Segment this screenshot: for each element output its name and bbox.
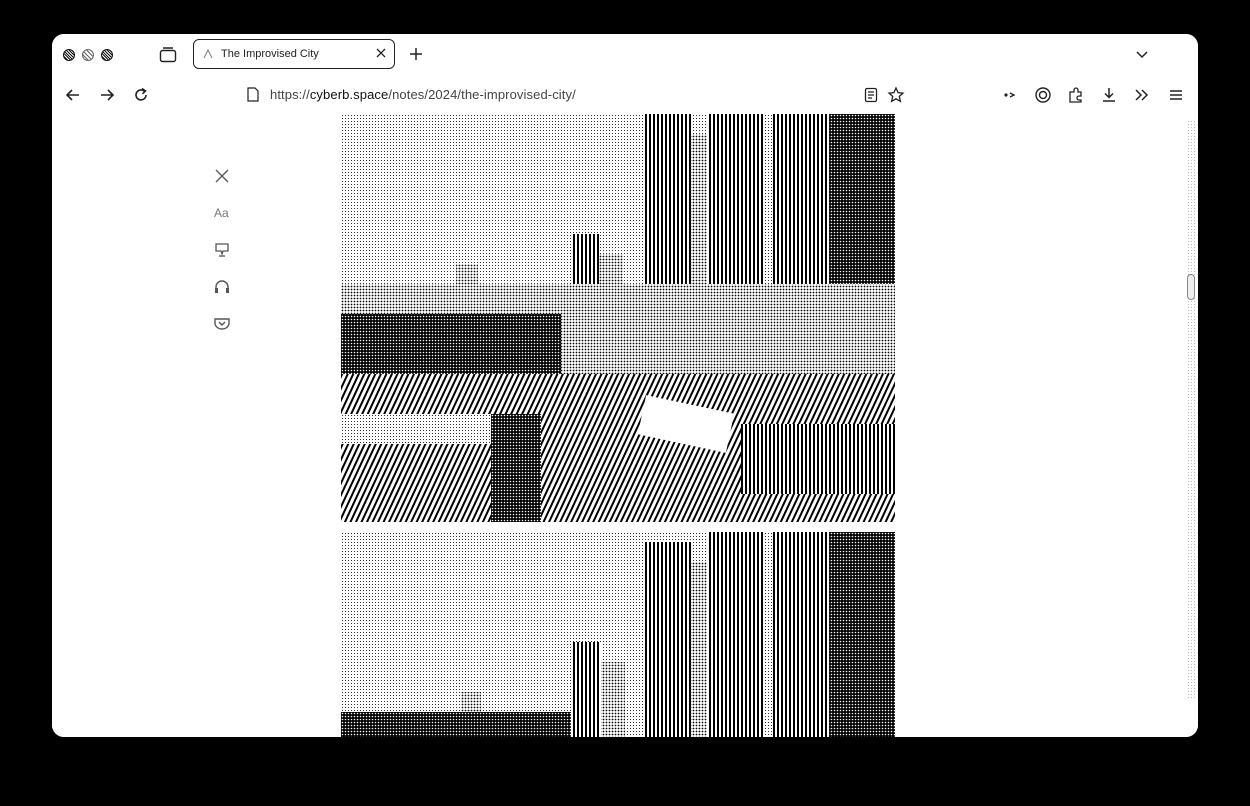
- tab-bar: The Improvised City: [52, 34, 1198, 76]
- browser-window: The Improvised City https://cyberb.space…: [52, 34, 1198, 737]
- narrate-icon[interactable]: [212, 240, 232, 260]
- scrollbar-track[interactable]: [1187, 120, 1195, 700]
- forward-icon[interactable]: [98, 86, 116, 104]
- url-text: https://cyberb.space/notes/2024/the-impr…: [270, 87, 576, 102]
- reader-mode-icon[interactable]: [862, 86, 880, 104]
- text-settings-icon[interactable]: Aa: [214, 206, 229, 220]
- overflow-icon[interactable]: [1133, 86, 1151, 104]
- extension-icon[interactable]: [1000, 86, 1018, 104]
- reload-icon[interactable]: [132, 86, 150, 104]
- url-path: /notes/2024/the-improvised-city/: [388, 87, 576, 102]
- puzzle-icon[interactable]: [1067, 86, 1085, 104]
- menu-icon[interactable]: [1167, 86, 1185, 104]
- tab-overview-icon[interactable]: [159, 47, 177, 63]
- close-icon[interactable]: [212, 166, 232, 186]
- pocket-icon[interactable]: [212, 314, 232, 334]
- chevron-down-icon[interactable]: [1136, 49, 1148, 59]
- url-scheme: https://: [270, 87, 310, 102]
- page-icon: [247, 87, 259, 102]
- tab-active[interactable]: The Improvised City: [193, 39, 395, 69]
- window-maximize-button[interactable]: [101, 49, 113, 61]
- new-tab-icon[interactable]: [408, 46, 424, 62]
- window-minimize-button[interactable]: [82, 49, 94, 61]
- url-bar[interactable]: https://cyberb.space/notes/2024/the-impr…: [242, 79, 922, 109]
- bookmark-star-icon[interactable]: [887, 86, 905, 104]
- favicon-icon: [203, 49, 213, 59]
- city-photo-1: [341, 114, 895, 522]
- nav-toolbar: https://cyberb.space/notes/2024/the-impr…: [52, 76, 1198, 114]
- shield-icon[interactable]: [1034, 86, 1052, 104]
- page-content: Aa: [52, 114, 1198, 737]
- back-icon[interactable]: [64, 86, 82, 104]
- window-close-button[interactable]: [63, 49, 75, 61]
- audio-icon[interactable]: [212, 277, 232, 297]
- url-host: cyberb.space: [309, 87, 389, 102]
- city-photo-2: [341, 532, 895, 737]
- tab-close-icon[interactable]: [375, 47, 387, 59]
- scrollbar-thumb[interactable]: [1187, 274, 1195, 300]
- download-icon[interactable]: [1100, 86, 1118, 104]
- tab-title: The Improvised City: [221, 48, 319, 60]
